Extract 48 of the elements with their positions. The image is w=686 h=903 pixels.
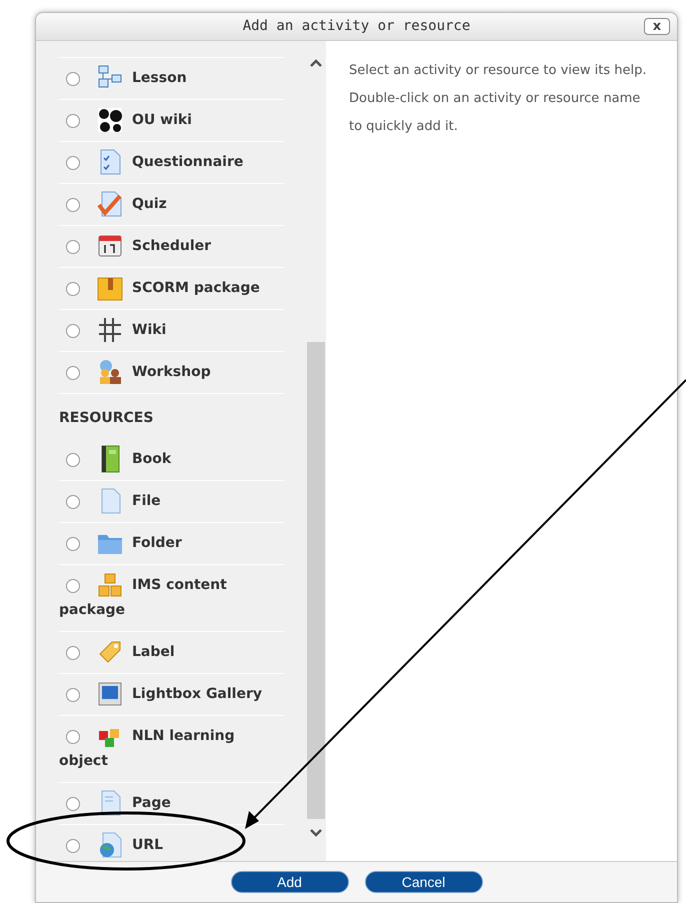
radio-button[interactable] <box>66 579 80 593</box>
item-label[interactable]: Lightbox Gallery <box>59 682 284 707</box>
radio-button[interactable] <box>66 537 80 551</box>
cancel-button[interactable]: Cancel <box>364 871 482 893</box>
radio-button[interactable] <box>66 156 80 170</box>
grid-knot-icon <box>96 316 124 344</box>
window-title: Add an activity or resource <box>242 17 470 36</box>
radio-button[interactable] <box>66 324 80 338</box>
radio-button[interactable] <box>66 839 80 853</box>
radio-button[interactable] <box>66 114 80 128</box>
radio-button[interactable] <box>66 366 80 380</box>
item-label[interactable]: Scheduler <box>59 234 284 259</box>
item-label[interactable]: Page <box>59 791 284 816</box>
radio-button[interactable] <box>66 797 80 811</box>
item-label[interactable]: IMS content package <box>59 573 284 623</box>
scroll-up-icon[interactable] <box>310 59 322 67</box>
radio-button[interactable] <box>66 453 80 467</box>
radio-button[interactable] <box>66 72 80 86</box>
scrollbar[interactable] <box>306 41 326 861</box>
item-label[interactable]: Lesson <box>59 66 284 91</box>
close-button[interactable]: x <box>644 18 670 35</box>
checkmark-page-icon <box>96 190 124 218</box>
radio-button[interactable] <box>66 240 80 254</box>
scroll-down-icon[interactable] <box>310 829 322 837</box>
item-label[interactable]: Label <box>59 640 284 665</box>
section-heading: RESOURCES <box>59 409 154 428</box>
radio-button[interactable] <box>66 282 80 296</box>
item-label[interactable]: Questionnaire <box>59 150 284 175</box>
item-label[interactable]: Folder <box>59 531 284 556</box>
stacked-boxes-icon <box>96 571 124 599</box>
item-label[interactable]: Book <box>59 447 284 472</box>
radio-button[interactable] <box>66 198 80 212</box>
item-label[interactable]: Workshop <box>59 360 284 385</box>
radio-button[interactable] <box>66 495 80 509</box>
add-button[interactable]: Add <box>230 871 348 893</box>
picture-frame-icon <box>96 680 124 708</box>
item-label[interactable]: File <box>59 489 284 514</box>
scrollbar-thumb[interactable] <box>307 342 325 819</box>
item-label[interactable]: Quiz <box>59 192 284 217</box>
item-label[interactable]: NLN learning object <box>59 724 284 774</box>
item-label[interactable]: OU wiki <box>59 108 284 133</box>
item-label[interactable]: Wiki <box>59 318 284 343</box>
radio-button[interactable] <box>66 646 80 660</box>
radio-button[interactable] <box>66 688 80 702</box>
item-label[interactable]: SCORM package <box>59 276 284 301</box>
help-text: Select an activity or resource to view its help. Double-click on an activity or resource name to quickly add it. <box>349 62 648 136</box>
item-label[interactable]: URL <box>59 833 284 858</box>
radio-button[interactable] <box>66 730 80 744</box>
